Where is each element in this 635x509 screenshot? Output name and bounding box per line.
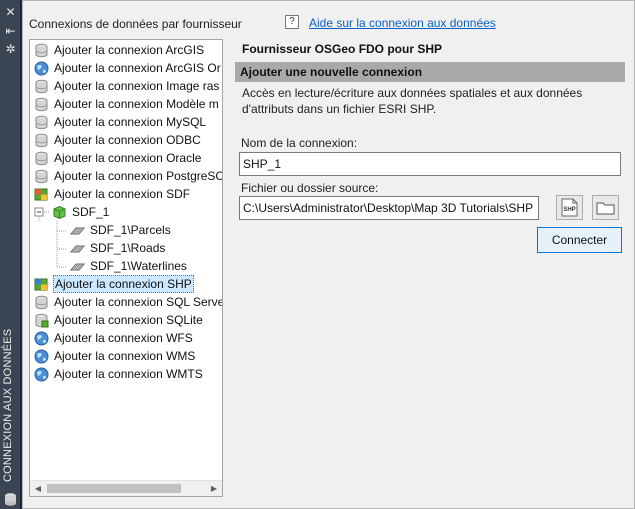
tree-item-label: Ajouter la connexion SDF bbox=[54, 187, 191, 201]
palette-strip: ✕ ⇤ ✲ CONNEXION AUX DONNÉES bbox=[0, 0, 21, 509]
tree-item-label: SDF_1\Parcels bbox=[90, 223, 171, 237]
database-icon bbox=[35, 115, 48, 130]
shp-file-icon: SHP bbox=[561, 198, 578, 217]
help-icon[interactable]: ? bbox=[285, 15, 299, 29]
globe-icon bbox=[34, 61, 49, 76]
help-link[interactable]: Aide sur la connexion aux données bbox=[309, 16, 496, 30]
tree-item-label: Ajouter la connexion ODBC bbox=[54, 133, 201, 147]
tree-item-label: Ajouter la connexion ArcGIS bbox=[54, 43, 205, 57]
database-icon bbox=[5, 493, 16, 506]
shp-icon-label: SHP bbox=[563, 207, 575, 213]
tree-item-label: Ajouter la connexion Oracle bbox=[54, 151, 202, 165]
cube-icon bbox=[53, 205, 66, 220]
globe-icon bbox=[34, 331, 49, 346]
database-icon bbox=[35, 169, 48, 184]
database-icon bbox=[35, 79, 48, 94]
data-connect-panel: Connexions de données par fournisseur ? … bbox=[22, 0, 635, 509]
source-label: Fichier ou dossier source: bbox=[241, 181, 379, 195]
close-icon[interactable]: ✕ bbox=[3, 5, 18, 20]
tree-item-label: SDF_1\Waterlines bbox=[90, 259, 187, 273]
database-icon bbox=[35, 43, 48, 58]
tree-item-label: Ajouter la connexion Image ras bbox=[54, 79, 220, 93]
sqlite-icon bbox=[35, 313, 49, 328]
auto-hide-icon[interactable]: ⇤ bbox=[3, 24, 18, 39]
sdf-icon bbox=[34, 188, 48, 201]
feature-class-icon bbox=[70, 227, 85, 235]
folder-icon bbox=[596, 202, 615, 215]
tree-item-label: SDF_1\Roads bbox=[90, 241, 166, 255]
scroll-right-icon[interactable]: ▶ bbox=[206, 481, 222, 496]
globe-icon bbox=[34, 349, 49, 364]
tree-item-label: Ajouter la connexion PostgreSC bbox=[54, 169, 223, 183]
tree-item-label: Ajouter la connexion WFS bbox=[54, 331, 193, 345]
database-icon bbox=[35, 151, 48, 166]
browse-shp-file-button[interactable]: SHP bbox=[556, 195, 583, 220]
tree-horizontal-scrollbar[interactable]: ◀ ▶ bbox=[30, 480, 222, 496]
tree-item-label: SDF_1 bbox=[72, 205, 110, 219]
connect-button[interactable]: Connecter bbox=[537, 227, 622, 253]
database-icon bbox=[35, 133, 48, 148]
connection-name-field[interactable] bbox=[239, 152, 621, 176]
settings-gear-icon[interactable]: ✲ bbox=[3, 42, 18, 57]
source-path-field[interactable] bbox=[239, 196, 539, 220]
scroll-thumb[interactable] bbox=[47, 484, 181, 493]
tree-item-label: Ajouter la connexion Modèle m bbox=[54, 97, 219, 111]
section-title: Ajouter une nouvelle connexion bbox=[240, 65, 423, 79]
feature-class-icon bbox=[70, 245, 85, 253]
shp-icon bbox=[34, 278, 48, 291]
tree-item-label: Ajouter la connexion ArcGIS Or bbox=[54, 61, 221, 75]
tree-item-label: Ajouter la connexion SQL Serve bbox=[54, 295, 223, 309]
tree-item-label: Ajouter la connexion SHP bbox=[53, 275, 194, 293]
palette-title: CONNEXION AUX DONNÉES bbox=[2, 328, 14, 482]
provider-description: Accès en lecture/écriture aux données sp… bbox=[242, 86, 583, 116]
section-header: Ajouter une nouvelle connexion bbox=[235, 62, 625, 82]
tree-item-label: Ajouter la connexion MySQL bbox=[54, 115, 207, 129]
tree-item-label: Ajouter la connexion WMS bbox=[54, 349, 196, 363]
provider-tree[interactable]: Ajouter la connexion ArcGIS Ajouter la co… bbox=[29, 39, 223, 497]
database-icon bbox=[35, 295, 48, 310]
connection-name-label: Nom de la connexion: bbox=[241, 136, 358, 150]
database-icon bbox=[35, 97, 48, 112]
provider-title: Fournisseur OSGeo FDO pour SHP bbox=[242, 42, 443, 56]
tree-item-label: Ajouter la connexion SQLite bbox=[54, 313, 203, 327]
globe-icon bbox=[34, 367, 49, 382]
feature-class-icon bbox=[70, 263, 85, 271]
providers-label: Connexions de données par fournisseur bbox=[29, 17, 242, 31]
scroll-left-icon[interactable]: ◀ bbox=[30, 481, 46, 496]
tree-item-label: Ajouter la connexion WMTS bbox=[54, 367, 203, 381]
browse-folder-button[interactable] bbox=[592, 195, 619, 220]
